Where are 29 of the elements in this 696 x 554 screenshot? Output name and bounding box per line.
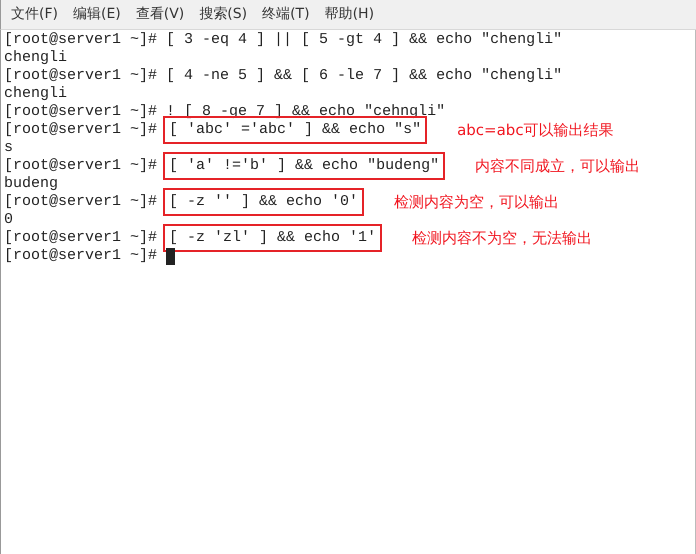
prompt-text: [root@server1 ~]#: [4, 67, 158, 85]
command-text: [ -z '' ] && echo '0': [169, 193, 358, 210]
output-text: s: [4, 139, 14, 157]
menu-item[interactable]: 帮助(H): [324, 4, 374, 25]
prompt-text: [root@server1 ~]#: [4, 31, 158, 49]
menu-item[interactable]: 终端(T): [262, 4, 310, 25]
prompt-text: [root@server1 ~]#: [4, 103, 158, 121]
menu-item[interactable]: 编辑(E): [72, 4, 121, 25]
prompt-text: [root@server1 ~]#: [4, 121, 158, 139]
output-text: budeng: [4, 175, 58, 193]
menu-item[interactable]: 查看(V): [136, 4, 184, 25]
command-text: [ 'abc' ='abc' ] && echo "s": [169, 121, 422, 138]
menu-item[interactable]: 文件(F): [11, 4, 58, 25]
command-text: [ 3 -eq 4 ] || [ 5 -gt 4 ] && echo "chengli": [166, 31, 562, 49]
command-text: [ 4 -ne 5 ] && [ 6 -le 7 ] && echo "chengli": [166, 67, 562, 85]
command-text: [ -z 'zl' ] && echo '1': [169, 229, 376, 246]
prompt-text: [root@server1 ~]#: [4, 157, 158, 175]
output-text: chengli: [4, 85, 68, 103]
annotation-text: 内容不同成立，可以输出: [475, 157, 640, 175]
prompt-text: [root@server1 ~]#: [4, 229, 158, 247]
annotation-text: 检测内容不为空，无法输出: [412, 229, 592, 247]
output-text: 0: [4, 211, 14, 229]
prompt-text: [root@server1 ~]#: [4, 247, 158, 265]
menu-item[interactable]: 搜索(S): [199, 4, 248, 25]
annotation-text: 检测内容为空，可以输出: [394, 193, 560, 211]
prompt-text: [root@server1 ~]#: [4, 193, 158, 211]
output-text: chengli: [4, 49, 68, 67]
command-text: [ 'a' !='b' ] && echo "budeng": [169, 157, 440, 174]
annotation-text: abc=abc可以输出结果: [457, 121, 614, 139]
